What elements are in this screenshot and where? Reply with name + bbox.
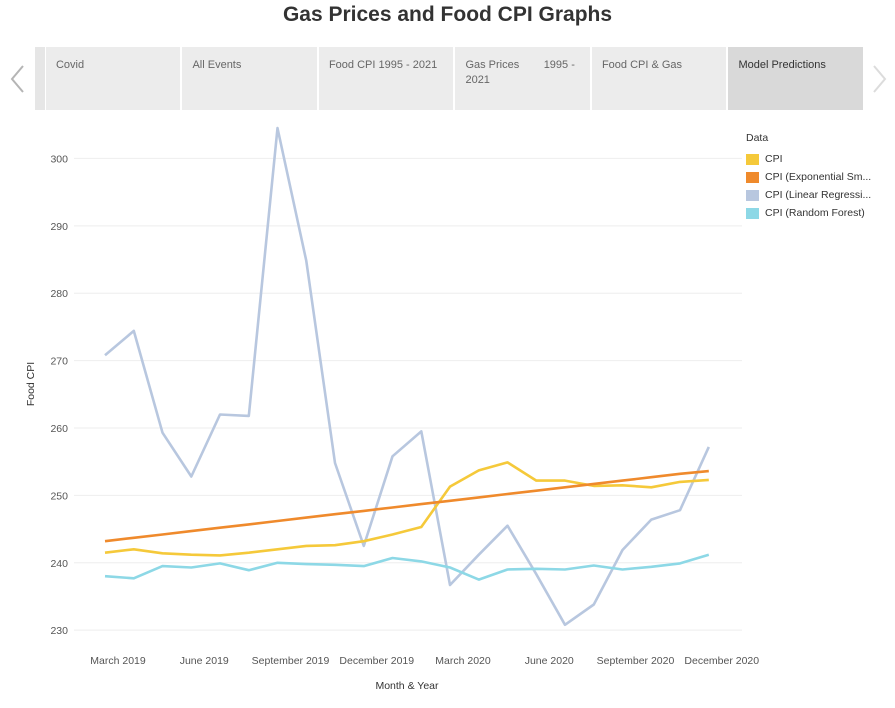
legend-title: Data — [746, 132, 769, 144]
y-tick-label: 280 — [50, 288, 68, 300]
legend-swatch — [746, 171, 759, 183]
legend-item-cpi[interactable]: CPI — [746, 150, 886, 168]
y-tick-label: 270 — [50, 356, 68, 368]
legend-item-exponential[interactable]: CPI (Exponential Sm... — [746, 168, 886, 186]
y-axis-ticks: 230 240 250 260 270 280 290 300 — [50, 153, 68, 637]
y-tick-label: 250 — [50, 490, 68, 502]
x-tick-label: September 2020 — [597, 655, 675, 667]
x-tick-label: September 2019 — [252, 655, 330, 667]
series-line-2[interactable] — [104, 126, 710, 627]
legend-swatch — [746, 153, 759, 165]
y-tick-label: 300 — [50, 153, 68, 165]
x-axis-label: Month & Year — [375, 680, 439, 692]
x-axis-ticks: March 2019 June 2019 September 2019 Decembe… — [90, 655, 759, 667]
legend-label: CPI (Exponential Sm... — [765, 171, 872, 183]
legend-swatch — [746, 207, 759, 219]
legend-swatch — [746, 189, 759, 201]
y-tick-label: 290 — [50, 221, 68, 233]
line-chart: 230 240 250 260 270 280 290 300 March 2019 June … — [25, 126, 759, 692]
series-lines — [104, 126, 710, 627]
legend-label: CPI (Linear Regressi... — [765, 189, 872, 201]
x-tick-label: March 2019 — [90, 655, 146, 667]
legend-item-random-forest[interactable]: CPI (Random Forest) — [746, 204, 886, 222]
x-tick-label: June 2020 — [525, 655, 574, 667]
x-tick-label: June 2019 — [180, 655, 229, 667]
y-tick-label: 230 — [50, 625, 68, 637]
x-tick-label: March 2020 — [435, 655, 491, 667]
x-tick-label: December 2019 — [339, 655, 414, 667]
series-line-0[interactable] — [104, 461, 709, 557]
legend: Data CPI CPI (Exponential Sm... CPI (Lin… — [746, 132, 886, 222]
x-tick-label: December 2020 — [684, 655, 759, 667]
y-axis-label: Food CPI — [25, 362, 37, 406]
y-tick-label: 260 — [50, 423, 68, 435]
y-tick-label: 240 — [50, 558, 68, 570]
legend-label: CPI — [765, 153, 783, 165]
legend-item-linear-regression[interactable]: CPI (Linear Regressi... — [746, 186, 886, 204]
legend-label: CPI (Random Forest) — [765, 207, 865, 219]
